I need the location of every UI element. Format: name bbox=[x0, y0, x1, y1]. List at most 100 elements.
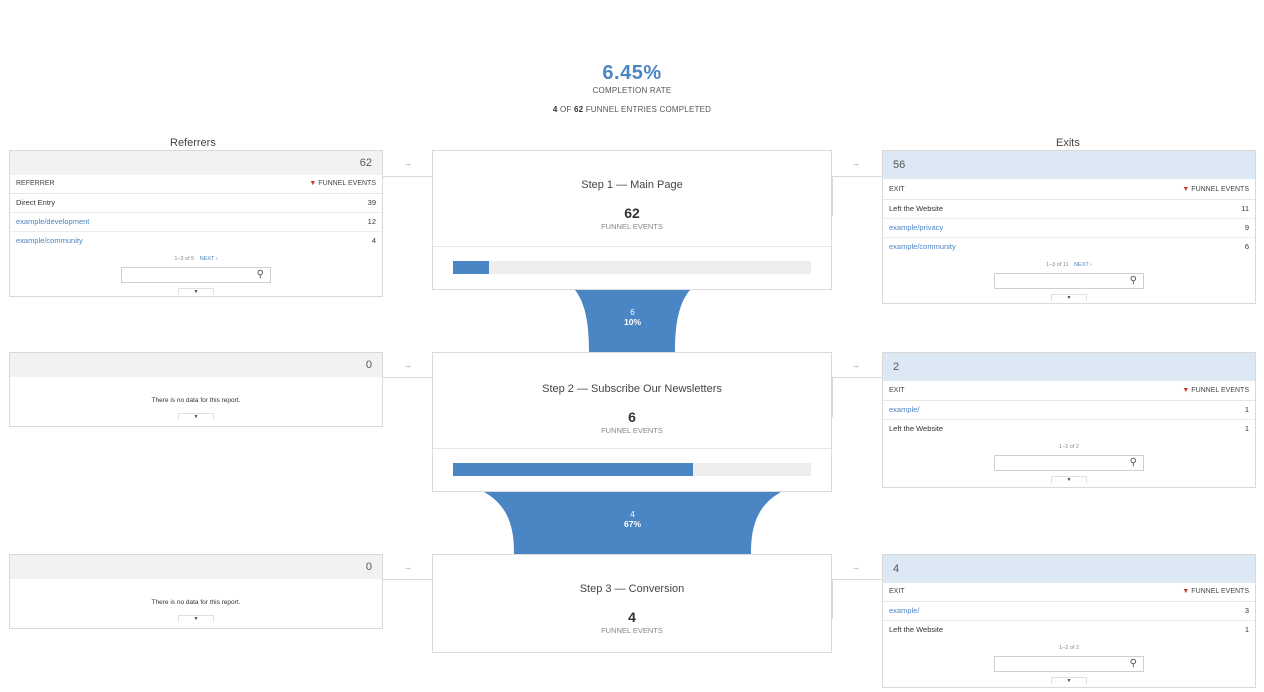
step-count: 4 bbox=[628, 609, 636, 625]
no-data-message: There is no data for this report. bbox=[151, 397, 241, 404]
search-icon[interactable]: ⚲ bbox=[1130, 658, 1137, 669]
step-progress-fill bbox=[453, 463, 693, 476]
table-row: example/community 4 bbox=[10, 232, 382, 250]
referrers-table-header: REFERRER ▼ FUNNEL EVENTS bbox=[10, 175, 382, 194]
funnel-events-column-header[interactable]: ▼ FUNNEL EVENTS bbox=[1182, 181, 1249, 199]
step-progress-area bbox=[433, 448, 831, 491]
search-icon[interactable]: ⚲ bbox=[1130, 457, 1137, 468]
table-row: example/privacy 9 bbox=[883, 219, 1255, 238]
search-icon[interactable]: ⚲ bbox=[1130, 275, 1137, 286]
exits-column-title: Exits bbox=[1056, 137, 1080, 149]
expand-button[interactable]: ▼ bbox=[178, 615, 214, 622]
next-page-link[interactable]: NEXT › bbox=[1074, 262, 1092, 268]
referrers-search-input[interactable]: ⚲ bbox=[121, 267, 271, 283]
step-progress-area bbox=[433, 246, 831, 289]
exit-link[interactable]: example/ bbox=[889, 602, 919, 620]
funnel-step-3: Step 3 — Conversion 4 FUNNEL EVENTS bbox=[432, 554, 832, 653]
expand-button[interactable]: ▼ bbox=[178, 288, 214, 295]
funnel-summary: 6.45% COMPLETION RATE 4 OF 62 FUNNEL ENT… bbox=[0, 62, 1264, 114]
expand-button[interactable]: ▼ bbox=[1051, 677, 1087, 684]
flow-count: 4 bbox=[630, 510, 635, 519]
funnel-flow-1: 6 10% bbox=[575, 308, 690, 327]
completion-rate: 6.45% bbox=[602, 62, 662, 84]
step-progress-track bbox=[453, 261, 811, 274]
exits-panel-step-1: 56 EXIT ▼ FUNNEL EVENTS Left the Website … bbox=[882, 150, 1256, 304]
table-row: Left the Website 1 bbox=[883, 621, 1255, 639]
exits-panel-step-2: 2 EXIT ▼ FUNNEL EVENTS example/ 1 Left th… bbox=[882, 352, 1256, 488]
step-title: Step 2 — Subscribe Our Newsletters bbox=[542, 383, 722, 395]
funnel-events-column-header[interactable]: ▼ FUNNEL EVENTS bbox=[309, 175, 376, 193]
exit-value: 3 bbox=[1244, 606, 1249, 615]
step-count-label: FUNNEL EVENTS bbox=[601, 426, 663, 435]
funnel-flow-2: 4 67% bbox=[484, 510, 781, 529]
sort-desc-icon: ▼ bbox=[1182, 186, 1190, 193]
exit-column-header[interactable]: EXIT bbox=[889, 382, 905, 400]
exit-name: Left the Website bbox=[889, 424, 944, 433]
step-progress-fill bbox=[453, 261, 489, 274]
table-row: Left the Website 1 bbox=[883, 420, 1255, 438]
referrer-name: Direct Entry bbox=[16, 198, 56, 207]
exit-column-header[interactable]: EXIT bbox=[889, 181, 905, 199]
exits-search-input[interactable]: ⚲ bbox=[994, 656, 1144, 672]
funnel-events-column-header[interactable]: ▼ FUNNEL EVENTS bbox=[1182, 583, 1249, 601]
referrers-panel-step-3: 0 There is no data for this report. ▼ bbox=[9, 554, 383, 629]
exits-total: 56 bbox=[883, 151, 1255, 179]
pagination: 1–3 of 5 NEXT › bbox=[10, 256, 382, 262]
next-page-link[interactable]: NEXT › bbox=[200, 256, 218, 262]
no-data-message: There is no data for this report. bbox=[151, 599, 241, 606]
flow-percentage: 10% bbox=[623, 317, 641, 327]
exit-link[interactable]: example/community bbox=[889, 238, 956, 256]
completion-rate-label: COMPLETION RATE bbox=[592, 86, 672, 95]
connector-line bbox=[383, 579, 433, 619]
arrow-icon: → bbox=[851, 158, 860, 168]
referrers-total: 62 bbox=[10, 151, 382, 175]
referrers-panel-step-1: 62 REFERRER ▼ FUNNEL EVENTS Direct Entry … bbox=[9, 150, 383, 297]
exits-search-input[interactable]: ⚲ bbox=[994, 273, 1144, 289]
expand-button[interactable]: ▼ bbox=[1051, 294, 1087, 301]
exits-table-header: EXIT ▼ FUNNEL EVENTS bbox=[883, 583, 1255, 602]
search-icon[interactable]: ⚲ bbox=[257, 269, 264, 280]
arrow-icon: → bbox=[851, 562, 860, 572]
step-progress-track bbox=[453, 463, 811, 476]
expand-button[interactable]: ▼ bbox=[178, 413, 214, 420]
connector-line bbox=[832, 377, 882, 417]
chevron-down-icon: ▼ bbox=[1066, 477, 1072, 483]
pagination-range: 1–2 of 2 bbox=[1059, 645, 1079, 651]
exits-total: 4 bbox=[883, 555, 1255, 583]
chevron-down-icon: ▼ bbox=[1066, 295, 1072, 301]
connector-line bbox=[832, 579, 882, 619]
exits-total: 2 bbox=[883, 353, 1255, 381]
flow-percentage: 67% bbox=[623, 519, 641, 529]
exit-link[interactable]: example/privacy bbox=[889, 219, 943, 237]
funnel-step-1: Step 1 — Main Page 62 FUNNEL EVENTS bbox=[432, 150, 832, 290]
referrer-column-header[interactable]: REFERRER bbox=[16, 175, 55, 193]
exit-value: 1 bbox=[1244, 424, 1249, 433]
exits-search-input[interactable]: ⚲ bbox=[994, 455, 1144, 471]
pagination: 1–2 of 2 bbox=[883, 645, 1255, 651]
chevron-down-icon: ▼ bbox=[193, 616, 199, 622]
step-title: Step 1 — Main Page bbox=[581, 179, 683, 191]
table-row: example/community 6 bbox=[883, 238, 1255, 256]
connector-line bbox=[383, 377, 433, 417]
exit-name: Left the Website bbox=[889, 204, 944, 213]
exit-value: 6 bbox=[1244, 242, 1249, 251]
exit-value: 1 bbox=[1244, 405, 1249, 414]
referrer-value: 4 bbox=[371, 236, 376, 245]
referrer-link[interactable]: example/community bbox=[16, 232, 83, 250]
arrow-icon: → bbox=[403, 158, 412, 168]
step-count-label: FUNNEL EVENTS bbox=[601, 626, 663, 635]
pagination: 1–2 of 2 bbox=[883, 444, 1255, 450]
exit-value: 1 bbox=[1244, 625, 1249, 634]
exits-panel-step-3: 4 EXIT ▼ FUNNEL EVENTS example/ 3 Left th… bbox=[882, 554, 1256, 688]
referrer-link[interactable]: example/development bbox=[16, 213, 89, 231]
step-title: Step 3 — Conversion bbox=[579, 583, 685, 595]
step-count: 62 bbox=[624, 205, 640, 221]
sort-desc-icon: ▼ bbox=[309, 180, 317, 187]
expand-button[interactable]: ▼ bbox=[1051, 476, 1087, 483]
arrow-icon: → bbox=[403, 562, 412, 572]
table-row: Direct Entry 39 bbox=[10, 194, 382, 213]
referrers-total: 0 bbox=[10, 555, 382, 579]
funnel-events-column-header[interactable]: ▼ FUNNEL EVENTS bbox=[1182, 382, 1249, 400]
exit-link[interactable]: example/ bbox=[889, 401, 919, 419]
exit-column-header[interactable]: EXIT bbox=[889, 583, 905, 601]
